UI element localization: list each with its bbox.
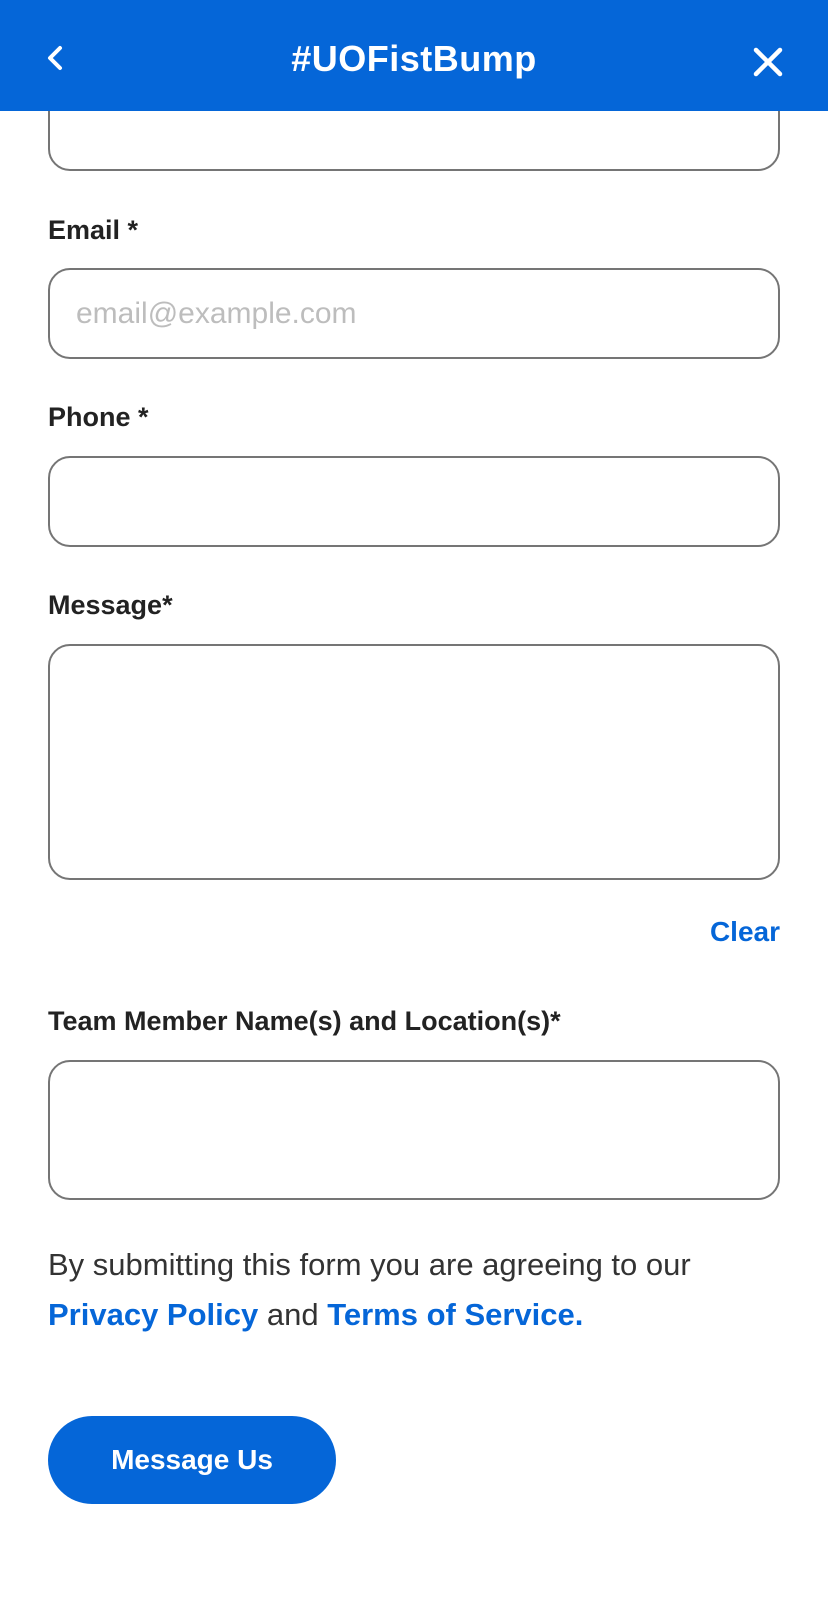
- email-field[interactable]: [48, 268, 780, 359]
- privacy-policy-link[interactable]: Privacy Policy: [48, 1297, 258, 1332]
- email-label: Email *: [48, 215, 139, 245]
- legal-notice: By submitting this form you are agreeing…: [48, 1240, 788, 1340]
- email-input[interactable]: [50, 270, 778, 357]
- phone-input[interactable]: [50, 458, 778, 545]
- phone-label: Phone *: [48, 402, 149, 432]
- legal-conjunction: and: [266, 1297, 319, 1332]
- terms-of-service-link[interactable]: Terms of Service.: [327, 1297, 583, 1332]
- page-title: #UOFistBump: [291, 38, 537, 79]
- message-textarea[interactable]: [50, 646, 778, 878]
- message-us-button[interactable]: Message Us: [48, 1416, 336, 1504]
- app-header: #UOFistBump: [0, 0, 828, 111]
- message-field[interactable]: [48, 644, 780, 880]
- contact-form: Email * Phone * Message* Clear Team Memb…: [0, 0, 828, 1623]
- close-icon[interactable]: [752, 46, 784, 78]
- team-member-label: Team Member Name(s) and Location(s)*: [48, 1006, 561, 1036]
- team-member-input[interactable]: [50, 1062, 778, 1198]
- message-label: Message*: [48, 590, 173, 620]
- phone-field[interactable]: [48, 456, 780, 547]
- team-member-field[interactable]: [48, 1060, 780, 1200]
- clear-button[interactable]: Clear: [710, 916, 780, 948]
- legal-prefix: By submitting this form you are agreeing…: [48, 1247, 691, 1282]
